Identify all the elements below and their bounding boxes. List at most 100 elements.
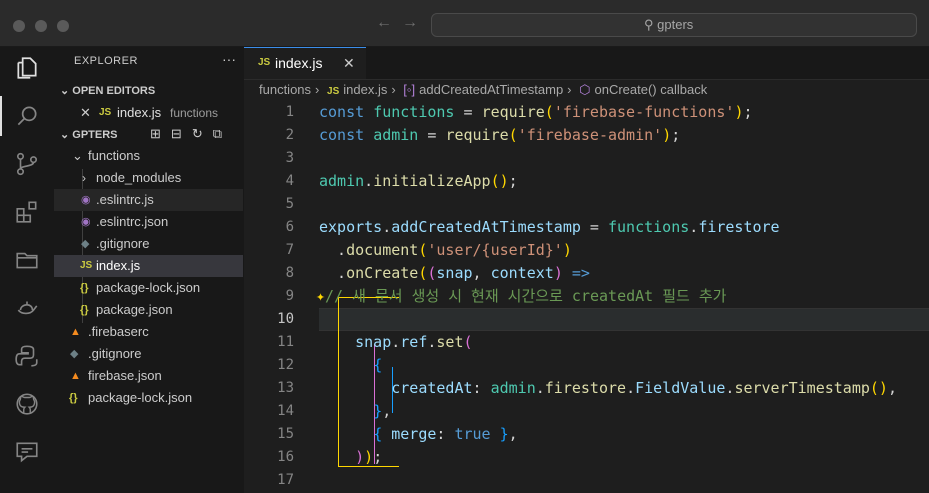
- close-window-button[interactable]: [13, 20, 25, 32]
- tree-item-gitignore[interactable]: ◆ .gitignore: [54, 233, 243, 255]
- editor-tabs: JS index.js ✕: [244, 47, 929, 80]
- tree-item-package-json[interactable]: {} package.json: [54, 299, 243, 321]
- chevron-down-icon: ⌄: [60, 85, 70, 97]
- line-number: 8: [285, 265, 294, 281]
- method-icon: [◦]: [403, 82, 416, 97]
- editor-area: JS index.js ✕ functions › JS index.js › [◦]…: [244, 47, 929, 493]
- js-file-icon: JS: [327, 86, 340, 97]
- maximize-window-button[interactable]: [57, 20, 69, 32]
- code-line: const admin = require('firebase-admin');: [319, 126, 681, 144]
- close-icon[interactable]: ✕: [80, 102, 91, 124]
- tree-item-root-package-lock-json[interactable]: {} package-lock.json: [54, 387, 243, 409]
- command-search-box[interactable]: ⚲ gpters: [431, 13, 917, 37]
- genie-lamp-icon[interactable]: [14, 295, 40, 321]
- tree-item-root-gitignore[interactable]: ◆ .gitignore: [54, 343, 243, 365]
- back-arrow-icon[interactable]: ←: [376, 14, 392, 32]
- tree-item-eslintrc-json[interactable]: ◉ .eslintrc.json: [54, 211, 243, 233]
- new-file-icon[interactable]: ⊞: [150, 126, 171, 141]
- tree-item-firebaserc[interactable]: ▲ .firebaserc: [54, 321, 243, 343]
- code-line: .onCreate((snap, context) =>: [319, 264, 590, 282]
- open-editor-item[interactable]: ✕ JS index.js functions: [54, 102, 243, 124]
- minimize-window-button[interactable]: [35, 20, 47, 32]
- code-line: admin.initializeApp();: [319, 172, 518, 190]
- breadcrumb-callback[interactable]: onCreate() callback: [595, 82, 708, 97]
- chevron-right-icon: ›: [82, 171, 86, 185]
- tree-item-node-modules[interactable]: › node_modules: [54, 167, 243, 189]
- python-icon[interactable]: [14, 343, 40, 369]
- tree-item-functions[interactable]: ⌄ functions: [54, 145, 243, 167]
- chevron-down-icon: ⌄: [72, 148, 83, 163]
- breadcrumb-file[interactable]: index.js: [343, 82, 387, 97]
- search-icon: ⚲: [644, 17, 654, 32]
- line-number: 13: [277, 380, 294, 396]
- git-file-icon: ◆: [81, 238, 90, 250]
- cube-icon: ⬡: [579, 82, 591, 97]
- line-number: 14: [277, 403, 294, 419]
- collapse-all-icon[interactable]: ⧉: [213, 126, 232, 141]
- breadcrumb-symbol[interactable]: addCreatedAtTimestamp: [419, 82, 563, 97]
- code-line: ));: [355, 448, 383, 466]
- json-file-icon: {}: [69, 392, 78, 404]
- github-icon[interactable]: [14, 391, 40, 417]
- refresh-icon[interactable]: ↻: [192, 126, 213, 141]
- line-number: 3: [285, 150, 294, 166]
- line-number: 12: [277, 357, 294, 373]
- firebase-icon: ▲: [70, 370, 81, 382]
- explorer-icon[interactable]: [14, 55, 40, 81]
- search-text: gpters: [657, 17, 694, 32]
- js-file-icon: JS: [258, 57, 271, 68]
- eslint-file-icon: ◉: [81, 216, 91, 228]
- code-line: .document('user/{userId}'): [319, 241, 572, 259]
- code-line: { merge: true },: [373, 425, 518, 443]
- json-file-icon: {}: [80, 304, 89, 316]
- explorer-toolbar: ⊞⊟↻⧉: [150, 126, 232, 142]
- sparkle-icon[interactable]: ✦: [316, 287, 325, 305]
- title-bar: ← → ⚲ gpters: [0, 0, 929, 47]
- code-line: const functions = require('firebase-func…: [319, 103, 753, 121]
- close-icon[interactable]: ✕: [343, 55, 355, 72]
- explorer-sidebar: EXPLORER ··· ⌄ OPEN EDITORS ✕ JS index.j…: [54, 47, 245, 493]
- folder-icon[interactable]: [14, 247, 40, 273]
- more-actions-icon[interactable]: ···: [222, 51, 236, 67]
- forward-arrow-icon[interactable]: →: [402, 14, 418, 32]
- line-number: 9: [285, 288, 294, 304]
- chevron-down-icon: ⌄: [60, 129, 70, 141]
- chat-icon[interactable]: [14, 439, 40, 465]
- line-number: 7: [285, 242, 294, 258]
- line-number: 2: [285, 127, 294, 143]
- new-folder-icon[interactable]: ⊟: [171, 126, 192, 141]
- source-control-icon[interactable]: [14, 151, 40, 177]
- code-line: createdAt: admin.firestore.FieldValue.se…: [391, 379, 897, 397]
- code-line: snap.ref.set(: [355, 333, 473, 351]
- js-file-icon: JS: [80, 260, 93, 271]
- code-line: },: [373, 402, 392, 420]
- project-header[interactable]: ⌄ GPTERS: [60, 128, 118, 141]
- tab-index-js[interactable]: JS index.js ✕: [244, 47, 366, 79]
- code-line: ✦// 새 문서 생성 시 현재 시간으로 createdAt 필드 추가: [316, 287, 727, 305]
- search-icon[interactable]: [14, 103, 40, 129]
- breadcrumb-folder[interactable]: functions: [259, 82, 311, 97]
- tree-item-index-js[interactable]: JS index.js: [54, 255, 243, 277]
- line-number: 10: [277, 311, 294, 327]
- code-line: {: [373, 356, 383, 374]
- tree-item-eslintrc-js[interactable]: ◉ .eslintrc.js: [54, 189, 243, 211]
- open-editors-header[interactable]: ⌄ OPEN EDITORS: [60, 84, 155, 97]
- line-number: 4: [285, 173, 294, 189]
- js-file-icon: JS: [99, 107, 112, 118]
- line-number: 1: [285, 104, 294, 120]
- line-number: 15: [277, 426, 294, 442]
- git-file-icon: ◆: [70, 348, 79, 360]
- line-number: 11: [277, 334, 294, 350]
- eslint-file-icon: ◉: [81, 194, 91, 206]
- firebase-icon: ▲: [70, 326, 81, 338]
- line-number: 16: [277, 449, 294, 465]
- line-number: 6: [285, 219, 294, 235]
- extensions-icon[interactable]: [14, 199, 40, 225]
- line-number: 17: [277, 472, 294, 488]
- json-file-icon: {}: [80, 282, 89, 294]
- activity-bar: [0, 47, 54, 493]
- tree-item-package-lock-json[interactable]: {} package-lock.json: [54, 277, 243, 299]
- tree-item-firebase-json[interactable]: ▲ firebase.json: [54, 365, 243, 387]
- line-number: 5: [285, 196, 294, 212]
- code-line: exports.addCreatedAtTimestamp = function…: [319, 218, 780, 236]
